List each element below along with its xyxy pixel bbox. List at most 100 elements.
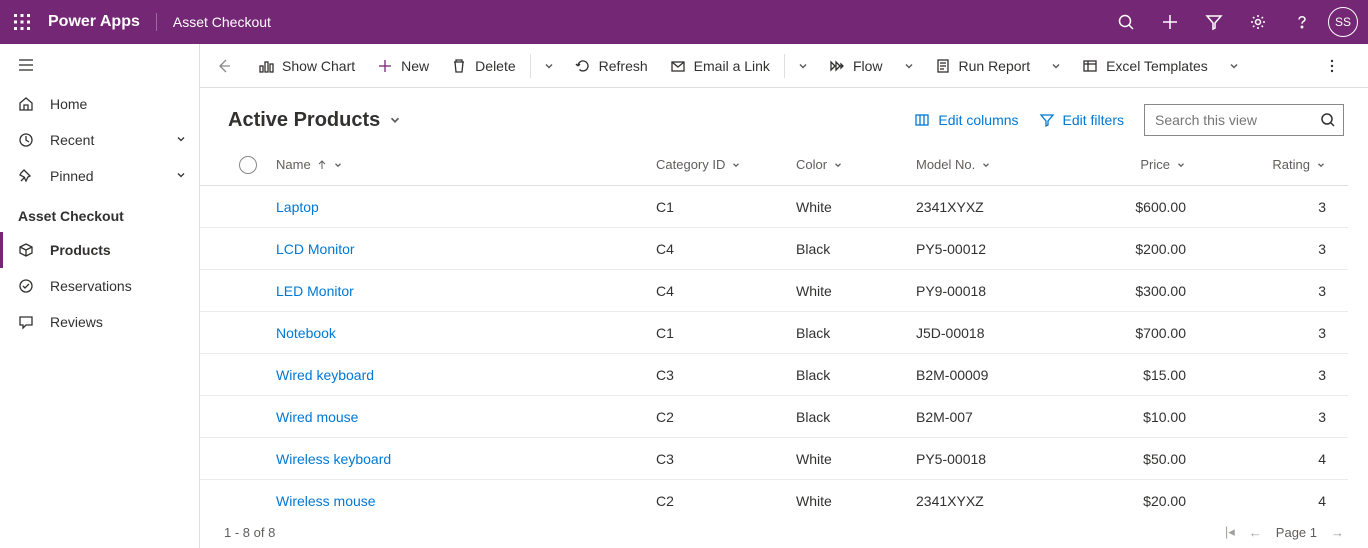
run-report-button[interactable]: Run Report [925,50,1041,82]
chevron-down-icon [175,168,187,184]
column-header-color[interactable]: Color [796,157,916,172]
nav-products[interactable]: Products [0,232,199,268]
cell-category: C4 [656,283,796,299]
column-header-rating[interactable]: Rating [1226,157,1326,172]
flow-dropdown[interactable] [895,50,923,82]
cell-price: $20.00 [1096,493,1226,509]
cell-model: B2M-00009 [916,367,1096,383]
table-row[interactable]: Wireless keyboard C3 White PY5-00018 $50… [200,438,1348,480]
cell-category: C2 [656,409,796,425]
hamburger-icon[interactable] [0,44,199,86]
nav-home-label: Home [50,96,87,112]
nav-pinned-label: Pinned [50,168,94,184]
help-icon[interactable] [1280,0,1324,44]
cell-rating: 3 [1226,241,1346,257]
select-all-checkbox[interactable] [220,156,276,174]
pager-first-icon[interactable]: |◂ [1225,524,1235,540]
table-row[interactable]: LCD Monitor C4 Black PY5-00012 $200.00 3 [200,228,1348,270]
show-chart-button[interactable]: Show Chart [248,50,365,82]
table-row[interactable]: Wired mouse C2 Black B2M-007 $10.00 3 [200,396,1348,438]
column-header-category[interactable]: Category ID [656,157,796,172]
cell-rating: 4 [1226,451,1346,467]
more-commands-icon[interactable] [1316,50,1348,82]
header-subtitle: Asset Checkout [157,14,271,30]
app-launcher-icon[interactable] [0,0,44,44]
column-header-model[interactable]: Model No. [916,157,1096,172]
cell-category: C1 [656,325,796,341]
pager-next-icon[interactable]: → [1331,525,1344,540]
search-icon[interactable] [1104,0,1148,44]
product-link[interactable]: LCD Monitor [276,241,355,257]
cell-rating: 4 [1226,493,1346,509]
separator [784,54,785,78]
delete-dropdown[interactable] [535,50,563,82]
cell-category: C3 [656,451,796,467]
cell-price: $15.00 [1096,367,1226,383]
flow-button[interactable]: Flow [819,50,893,82]
command-bar: Show Chart New Delete Refresh Email a Li… [200,44,1368,88]
product-link[interactable]: Notebook [276,325,336,341]
column-header-name[interactable]: Name [276,157,656,172]
cell-category: C2 [656,493,796,509]
cell-price: $10.00 [1096,409,1226,425]
user-avatar[interactable]: SS [1328,7,1358,37]
excel-dropdown[interactable] [1220,50,1248,82]
table-row[interactable]: Laptop C1 White 2341XYXZ $600.00 3 [200,186,1348,228]
cell-rating: 3 [1226,325,1346,341]
nav-recent[interactable]: Recent [0,122,199,158]
product-link[interactable]: Wireless keyboard [276,451,391,467]
cell-price: $200.00 [1096,241,1226,257]
cell-model: 2341XYXZ [916,493,1096,509]
nav-reservations-label: Reservations [50,278,132,294]
excel-templates-button[interactable]: Excel Templates [1072,50,1218,82]
cell-color: White [796,199,916,215]
search-input[interactable] [1144,104,1344,136]
email-dropdown[interactable] [789,50,817,82]
product-link[interactable]: Wired keyboard [276,367,374,383]
table-row[interactable]: Wireless mouse C2 White 2341XYXZ $20.00 … [200,480,1348,516]
search-icon [1320,112,1336,128]
table-row[interactable]: Notebook C1 Black J5D-00018 $700.00 3 [200,312,1348,354]
add-icon[interactable] [1148,0,1192,44]
pager-prev-icon[interactable]: ← [1249,525,1262,540]
back-button[interactable] [208,50,240,82]
cell-model: B2M-007 [916,409,1096,425]
search-view [1144,104,1344,136]
cell-color: Black [796,325,916,341]
view-selector[interactable]: Active Products [228,109,402,132]
cell-price: $300.00 [1096,283,1226,299]
edit-filters-button[interactable]: Edit filters [1039,112,1124,128]
product-link[interactable]: Laptop [276,199,319,215]
nav-group-label: Asset Checkout [0,194,199,232]
settings-icon[interactable] [1236,0,1280,44]
table-row[interactable]: LED Monitor C4 White PY9-00018 $300.00 3 [200,270,1348,312]
edit-columns-button[interactable]: Edit columns [914,112,1018,128]
chevron-down-icon [175,132,187,148]
nav-recent-label: Recent [50,132,94,148]
run-report-dropdown[interactable] [1042,50,1070,82]
delete-button[interactable]: Delete [441,50,525,82]
cell-color: Black [796,409,916,425]
table-row[interactable]: Wired keyboard C3 Black B2M-00009 $15.00… [200,354,1348,396]
refresh-button[interactable]: Refresh [565,50,658,82]
cell-color: White [796,451,916,467]
product-link[interactable]: Wired mouse [276,409,358,425]
cell-category: C3 [656,367,796,383]
product-link[interactable]: LED Monitor [276,283,354,299]
cell-category: C4 [656,241,796,257]
nav-reservations[interactable]: Reservations [0,268,199,304]
app-header: Power Apps Asset Checkout SS [0,0,1368,44]
product-link[interactable]: Wireless mouse [276,493,376,509]
nav-pinned[interactable]: Pinned [0,158,199,194]
nav-reviews[interactable]: Reviews [0,304,199,340]
cell-model: PY5-00012 [916,241,1096,257]
nav-home[interactable]: Home [0,86,199,122]
cell-price: $700.00 [1096,325,1226,341]
new-button[interactable]: New [367,50,439,82]
column-header-price[interactable]: Price [1096,157,1186,172]
cell-model: PY5-00018 [916,451,1096,467]
email-link-button[interactable]: Email a Link [660,50,780,82]
cell-color: Black [796,367,916,383]
cell-color: Black [796,241,916,257]
filter-icon[interactable] [1192,0,1236,44]
